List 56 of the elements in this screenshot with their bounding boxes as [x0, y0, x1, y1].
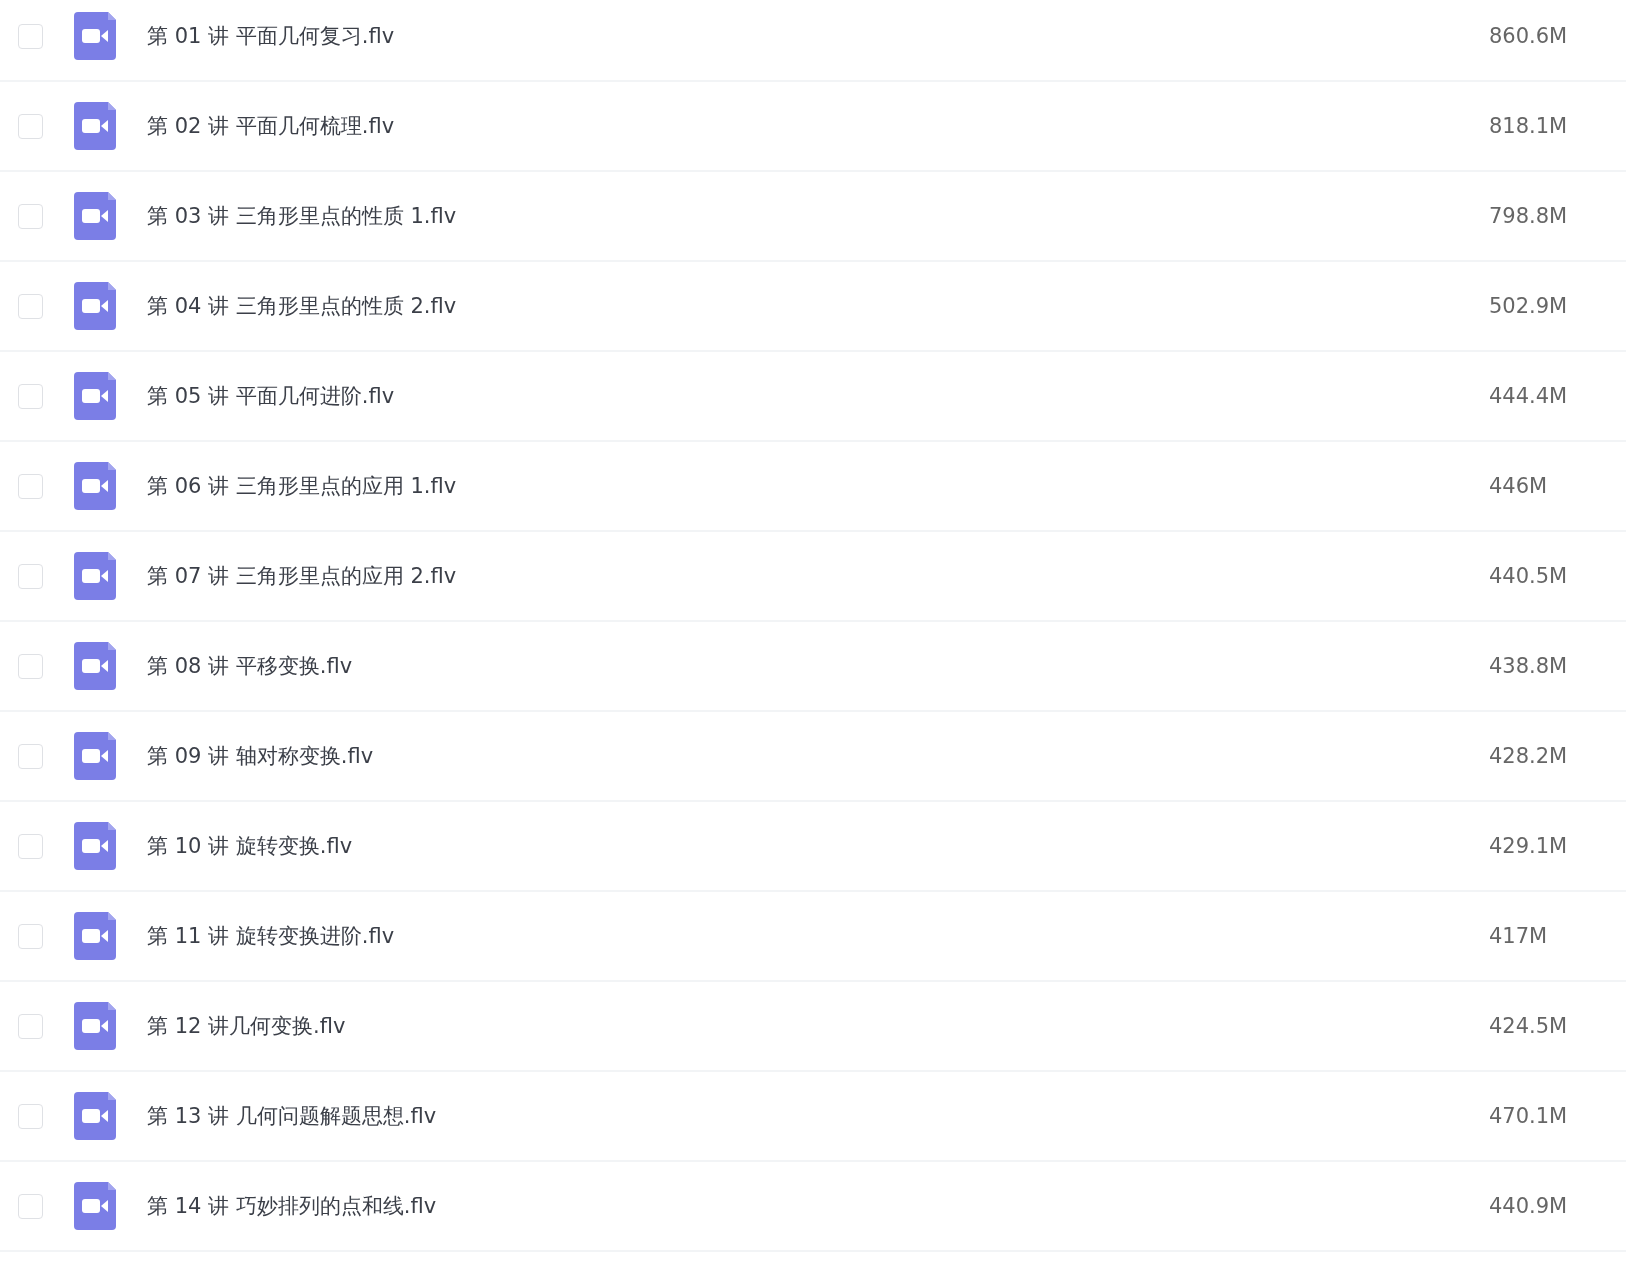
file-size: 798.8M [1489, 204, 1569, 228]
checkbox[interactable] [18, 293, 43, 319]
checkbox[interactable] [18, 923, 43, 949]
video-file-icon [74, 102, 116, 150]
file-name[interactable]: 第 05 讲 平面几何进阶.flv [147, 382, 1489, 410]
file-name[interactable]: 第 13 讲 几何问题解题思想.flv [147, 1102, 1489, 1130]
file-name[interactable]: 第 09 讲 轴对称变换.flv [147, 742, 1489, 770]
checkbox[interactable] [18, 1103, 43, 1129]
video-file-icon [74, 642, 116, 690]
file-name[interactable]: 第 08 讲 平移变换.flv [147, 652, 1489, 680]
checkbox[interactable] [18, 473, 43, 499]
file-size: 818.1M [1489, 114, 1569, 138]
file-name[interactable]: 第 06 讲 三角形里点的应用 1.flv [147, 472, 1489, 500]
file-name[interactable]: 第 10 讲 旋转变换.flv [147, 832, 1489, 860]
file-size: 428.2M [1489, 744, 1569, 768]
file-size: 417M [1489, 924, 1549, 948]
video-file-icon [74, 732, 116, 780]
file-name[interactable]: 第 07 讲 三角形里点的应用 2.flv [147, 562, 1489, 590]
file-name[interactable]: 第 04 讲 三角形里点的性质 2.flv [147, 292, 1489, 320]
file-size: 440.9M [1489, 1194, 1569, 1218]
file-size: 424.5M [1489, 1014, 1569, 1038]
file-size: 444.4M [1489, 384, 1569, 408]
video-file-icon [74, 192, 116, 240]
checkbox[interactable] [18, 203, 43, 229]
video-file-icon [74, 552, 116, 600]
file-size: 502.9M [1489, 294, 1569, 318]
checkbox[interactable] [18, 383, 43, 409]
file-name[interactable]: 第 12 讲几何变换.flv [147, 1012, 1489, 1040]
file-name[interactable]: 第 03 讲 三角形里点的性质 1.flv [147, 202, 1489, 230]
checkbox[interactable] [18, 1193, 43, 1219]
checkbox[interactable] [18, 833, 43, 859]
checkbox[interactable] [18, 113, 43, 139]
video-file-icon [74, 372, 116, 420]
video-file-icon [74, 1182, 116, 1230]
video-file-icon [74, 822, 116, 870]
video-file-icon [74, 12, 116, 60]
file-size: 860.6M [1489, 24, 1569, 48]
file-size: 429.1M [1489, 834, 1569, 858]
checkbox[interactable] [18, 1013, 43, 1039]
file-size: 446M [1489, 474, 1549, 498]
file-name[interactable]: 第 11 讲 旋转变换进阶.flv [147, 922, 1489, 950]
checkbox[interactable] [18, 563, 43, 589]
video-file-icon [74, 1092, 116, 1140]
checkbox[interactable] [18, 743, 43, 769]
video-file-icon [74, 462, 116, 510]
video-file-icon [74, 282, 116, 330]
file-name[interactable]: 第 02 讲 平面几何梳理.flv [147, 112, 1489, 140]
file-size: 440.5M [1489, 564, 1569, 588]
file-name[interactable]: 第 01 讲 平面几何复习.flv [147, 22, 1489, 50]
checkbox[interactable] [18, 653, 43, 679]
video-file-icon [74, 912, 116, 960]
video-file-icon [74, 1002, 116, 1050]
file-size: 470.1M [1489, 1104, 1569, 1128]
file-size: 438.8M [1489, 654, 1569, 678]
file-name[interactable]: 第 14 讲 巧妙排列的点和线.flv [147, 1192, 1489, 1220]
checkbox[interactable] [18, 23, 43, 49]
